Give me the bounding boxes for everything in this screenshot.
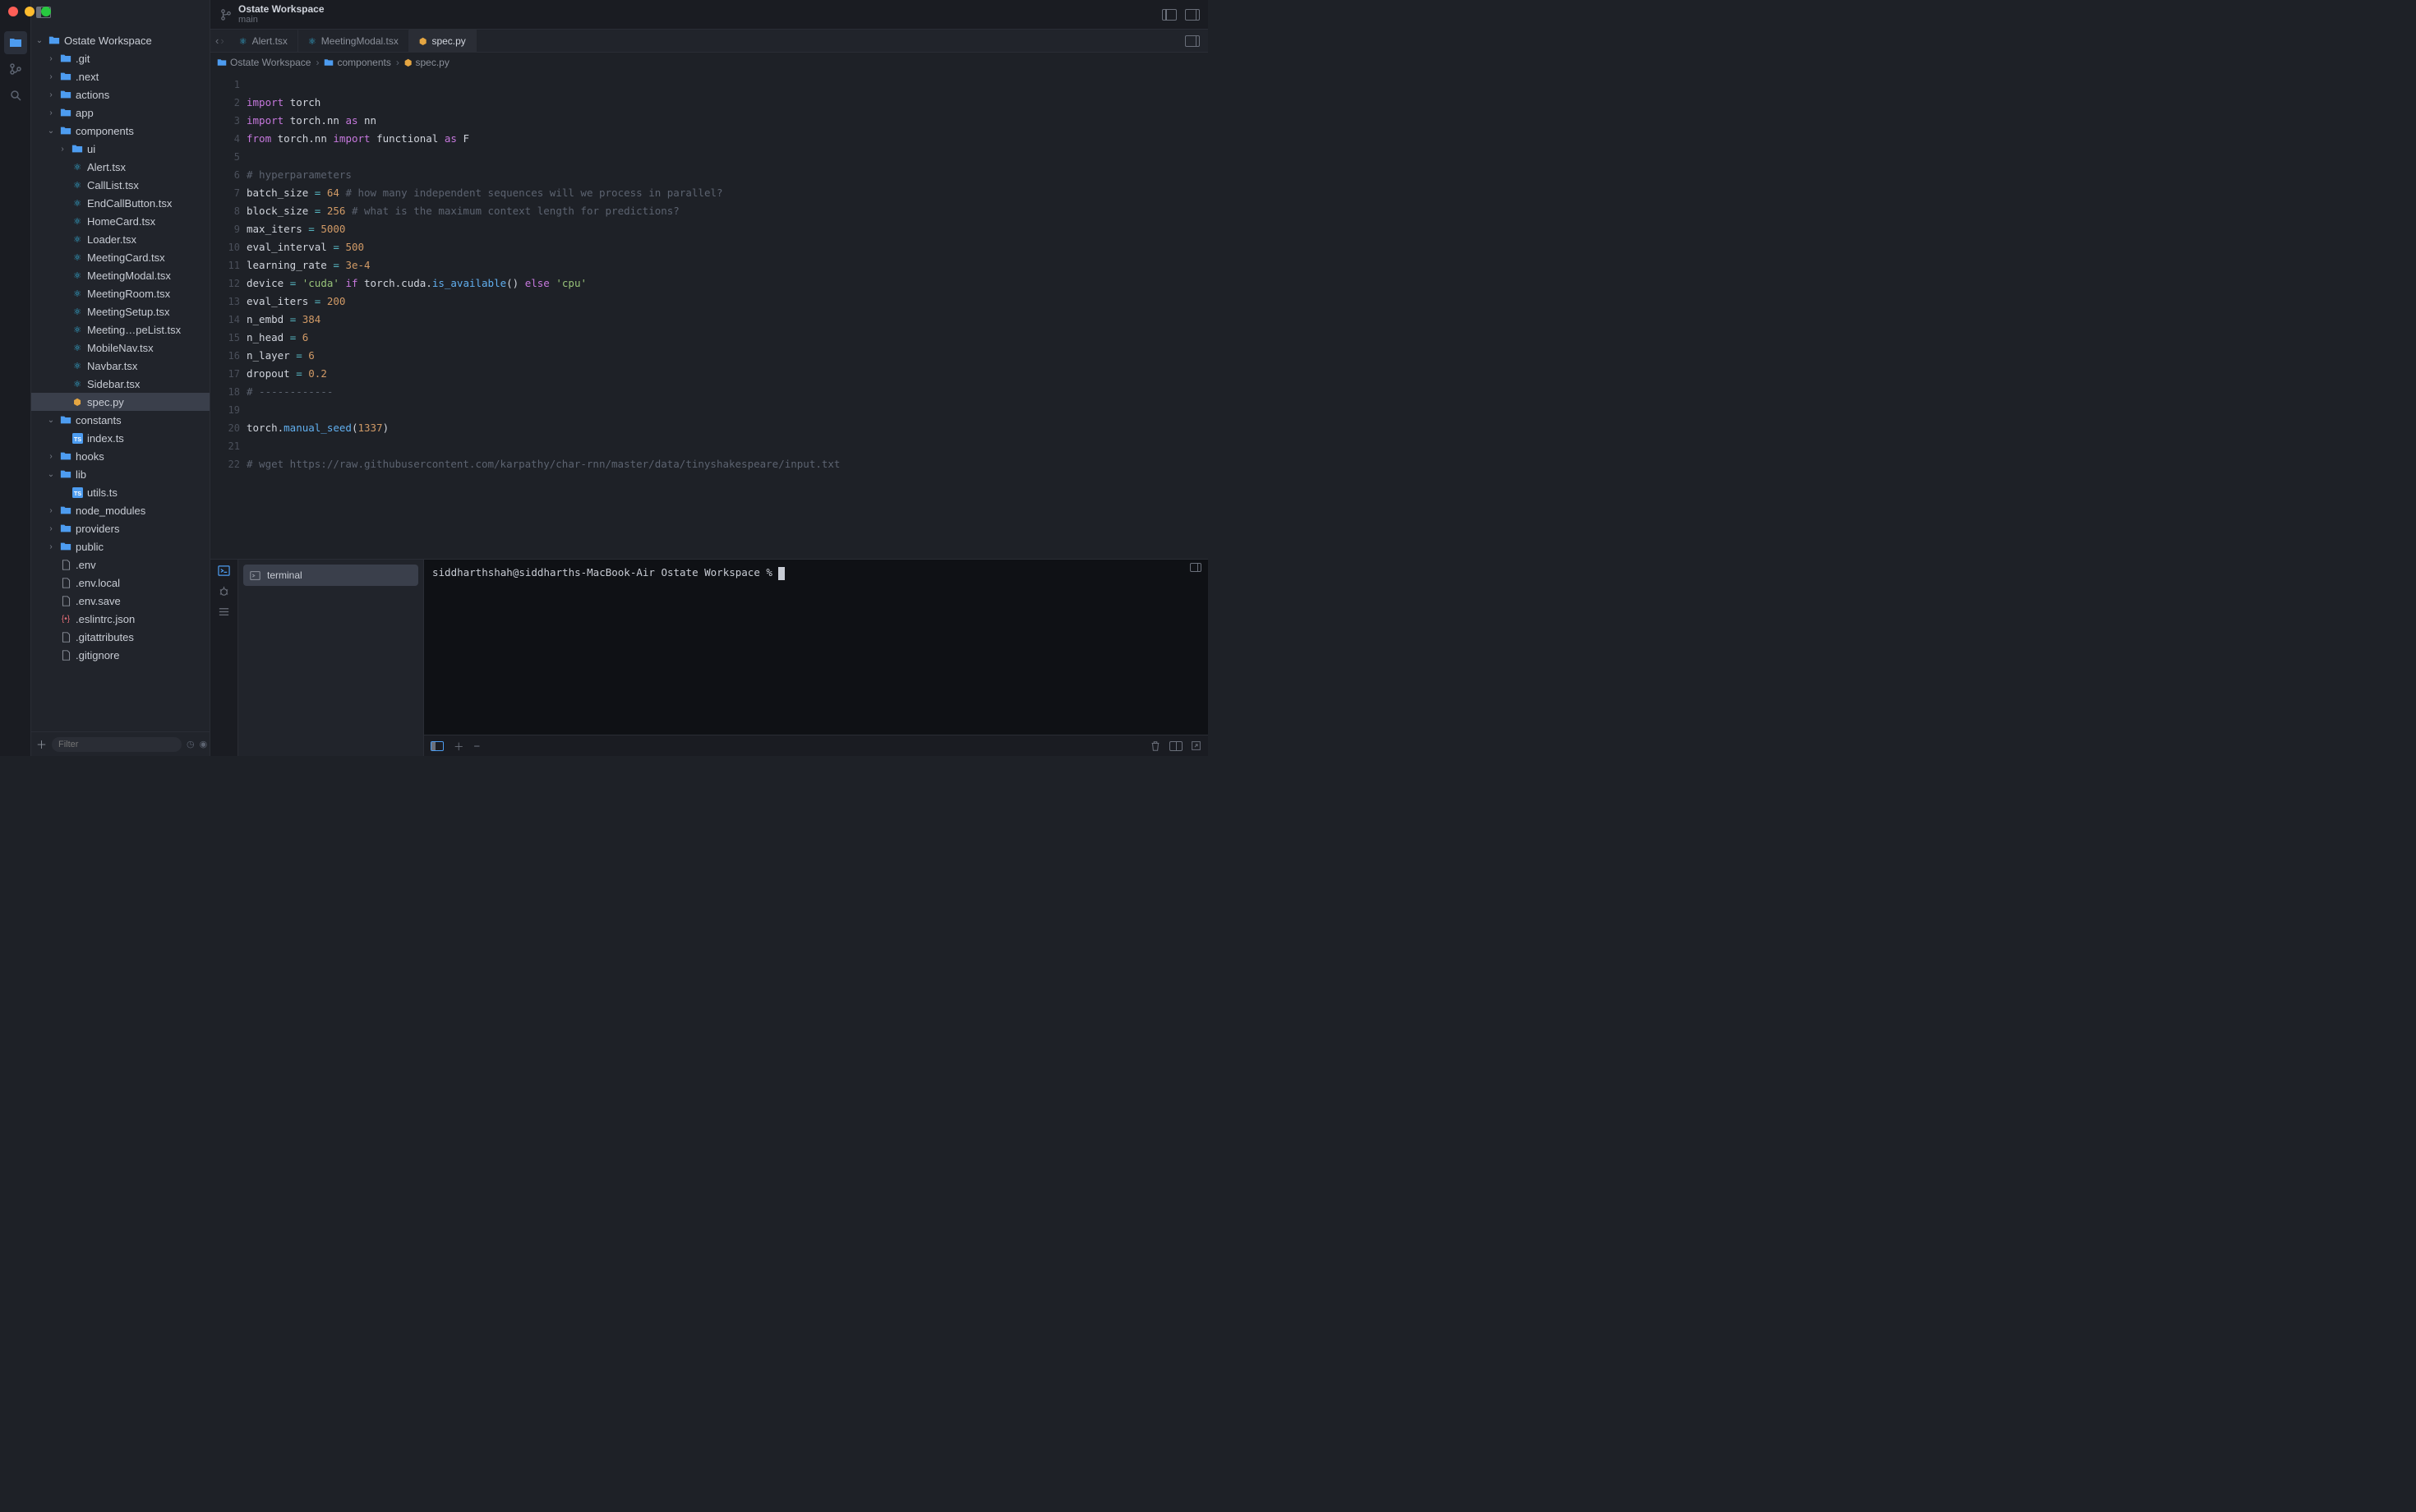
tree-item[interactable]: ⌄lib [31, 465, 210, 483]
tree-item[interactable]: ⚛CallList.tsx [31, 176, 210, 194]
new-terminal-button[interactable]: ＋ [454, 738, 464, 754]
svg-text:TS: TS [73, 435, 81, 442]
new-file-button[interactable]: ＋ [36, 736, 47, 752]
bottom-panel: terminal siddharthshah@siddharths-MacBoo… [210, 559, 1208, 756]
panel-layout-icon[interactable] [1190, 563, 1201, 572]
titlebar: Ostate Workspace main [210, 0, 1208, 30]
split-editor-icon[interactable] [1185, 35, 1200, 47]
tree-item[interactable]: {•}.eslintrc.json [31, 610, 210, 628]
tree-item[interactable]: ›.git [31, 49, 210, 67]
tree-item[interactable]: ⌄Ostate Workspace [31, 31, 210, 49]
tree-item[interactable]: ⚛MeetingCard.tsx [31, 248, 210, 266]
editor-area: Ostate Workspace main ‹ › ⚛Alert.tsx⚛Mee… [210, 0, 1208, 756]
file-tree[interactable]: ⌄Ostate Workspace›.git›.next›actions›app… [31, 0, 210, 731]
tree-item[interactable]: .env [31, 555, 210, 574]
close-window[interactable] [8, 7, 18, 16]
svg-text:TS: TS [73, 489, 81, 496]
tree-item[interactable]: ⚛Alert.tsx [31, 158, 210, 176]
nav-forward[interactable]: › [220, 35, 224, 47]
terminal-session[interactable]: terminal [243, 565, 418, 586]
tree-item[interactable]: ⚛Loader.tsx [31, 230, 210, 248]
folder-icon [9, 36, 22, 49]
terminal-prompt: siddharthshah@siddharths-MacBook-Air Ost… [432, 566, 778, 579]
tree-item[interactable]: TSindex.ts [31, 429, 210, 447]
tree-item[interactable]: ⌄components [31, 122, 210, 140]
panel-split-icon[interactable] [1169, 741, 1183, 751]
terminal-tab-icon[interactable] [218, 565, 230, 577]
tree-item[interactable]: ⚛Sidebar.tsx [31, 375, 210, 393]
layout-left-icon[interactable] [1162, 9, 1177, 21]
minimize-window[interactable] [25, 7, 35, 16]
breadcrumb[interactable]: Ostate Workspace›components›⬢spec.py [210, 53, 1208, 72]
tree-item[interactable]: ›public [31, 537, 210, 555]
problems-tab-icon[interactable] [218, 606, 230, 618]
activity-bar [0, 0, 31, 756]
filter-input[interactable] [52, 737, 182, 752]
tree-item[interactable]: ›node_modules [31, 501, 210, 519]
search-icon [9, 89, 22, 102]
editor-tab[interactable]: ⚛Alert.tsx [229, 30, 298, 52]
breadcrumb-segment[interactable]: components [324, 57, 390, 68]
maximize-panel-icon[interactable] [1191, 740, 1201, 751]
tree-item[interactable]: .gitattributes [31, 628, 210, 646]
terminal-icon [250, 570, 261, 581]
tree-item[interactable]: ⚛Meeting…peList.tsx [31, 320, 210, 339]
tree-item[interactable]: ⬢spec.py [31, 393, 210, 411]
tree-item[interactable]: ›hooks [31, 447, 210, 465]
collapse-icon[interactable]: ◉ [200, 739, 208, 749]
terminal-cursor [778, 567, 785, 580]
explorer-tab[interactable] [4, 31, 27, 54]
code-content[interactable]: import torchimport torch.nn as nnfrom to… [247, 72, 1208, 559]
branch-icon [220, 9, 232, 21]
tree-item[interactable]: .gitignore [31, 646, 210, 664]
sidebar-footer: ＋ ◷ ◉ [31, 731, 210, 756]
terminal-label: terminal [267, 569, 302, 581]
breadcrumb-segment[interactable]: ⬢spec.py [404, 57, 450, 68]
nav-back[interactable]: ‹ [215, 35, 219, 47]
workspace-title: Ostate Workspace [238, 4, 325, 15]
tree-item[interactable]: .env.local [31, 574, 210, 592]
tree-item[interactable]: .env.save [31, 592, 210, 610]
tree-item[interactable]: ⌄constants [31, 411, 210, 429]
tree-item[interactable]: ›actions [31, 85, 210, 104]
tree-item[interactable]: ›app [31, 104, 210, 122]
kill-terminal-button[interactable]: − [474, 740, 481, 752]
trash-icon[interactable] [1150, 740, 1161, 752]
code-editor[interactable]: 12345678910111213141516171819202122 impo… [210, 72, 1208, 559]
tree-item[interactable]: ›ui [31, 140, 210, 158]
breadcrumb-segment[interactable]: Ostate Workspace [217, 57, 311, 68]
git-icon [9, 62, 22, 76]
tree-item[interactable]: ⚛Navbar.tsx [31, 357, 210, 375]
tab-bar: ‹ › ⚛Alert.tsx⚛MeetingModal.tsx⬢spec.py [210, 30, 1208, 53]
tree-item[interactable]: ⚛MeetingModal.tsx [31, 266, 210, 284]
terminal-list: terminal [238, 560, 424, 756]
history-icon[interactable]: ◷ [187, 739, 195, 749]
terminal-output[interactable]: siddharthshah@siddharths-MacBook-Air Ost… [424, 560, 1208, 756]
panel-activity [210, 560, 238, 756]
tree-item[interactable]: ⚛MeetingSetup.tsx [31, 302, 210, 320]
tree-item[interactable]: ⚛EndCallButton.tsx [31, 194, 210, 212]
editor-tab[interactable]: ⬢spec.py [409, 30, 477, 52]
tree-item[interactable]: TSutils.ts [31, 483, 210, 501]
tree-item[interactable]: ⚛MobileNav.tsx [31, 339, 210, 357]
panel-footer: ＋ − [424, 735, 1208, 756]
panel-toggle-icon[interactable] [431, 741, 444, 751]
tree-item[interactable]: ›.next [31, 67, 210, 85]
layout-right-icon[interactable] [1185, 9, 1200, 21]
editor-tab[interactable]: ⚛MeetingModal.tsx [298, 30, 409, 52]
search-tab[interactable] [4, 84, 27, 107]
branch-name[interactable]: main [238, 15, 325, 25]
tree-item[interactable]: ›providers [31, 519, 210, 537]
maximize-window[interactable] [41, 7, 51, 16]
window-controls[interactable] [8, 7, 51, 16]
tree-item[interactable]: ⚛MeetingRoom.tsx [31, 284, 210, 302]
tree-item[interactable]: ⚛HomeCard.tsx [31, 212, 210, 230]
file-explorer: ⌄Ostate Workspace›.git›.next›actions›app… [31, 0, 210, 756]
line-gutter: 12345678910111213141516171819202122 [210, 72, 247, 559]
debug-tab-icon[interactable] [218, 585, 230, 597]
source-control-tab[interactable] [4, 58, 27, 81]
